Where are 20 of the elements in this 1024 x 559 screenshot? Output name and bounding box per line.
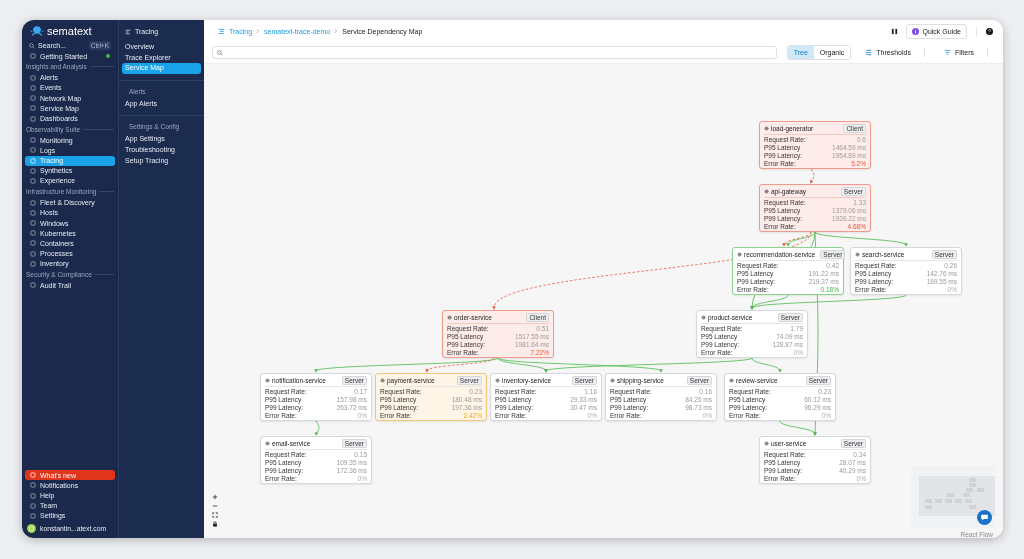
chevron-icon — [334, 28, 339, 34]
list-icon — [125, 28, 131, 35]
plus-icon[interactable] — [212, 494, 218, 500]
sliders-icon — [865, 49, 873, 56]
list-icon — [218, 27, 225, 35]
avatar-icon — [27, 523, 36, 533]
help-icon[interactable] — [986, 27, 993, 35]
pause-icon[interactable] — [891, 27, 899, 35]
search-icon — [29, 42, 35, 49]
fit-view-icon[interactable] — [212, 512, 218, 518]
logo-icon — [29, 25, 45, 37]
chevron-icon — [256, 28, 261, 34]
logo-text: sematext — [47, 25, 92, 37]
search-icon — [217, 49, 223, 56]
filter-icon — [943, 49, 951, 56]
minus-icon[interactable] — [212, 503, 218, 509]
chat-button[interactable] — [977, 510, 992, 525]
lock-icon[interactable] — [212, 521, 218, 527]
search-field[interactable] — [212, 46, 777, 59]
info-icon — [912, 27, 920, 35]
